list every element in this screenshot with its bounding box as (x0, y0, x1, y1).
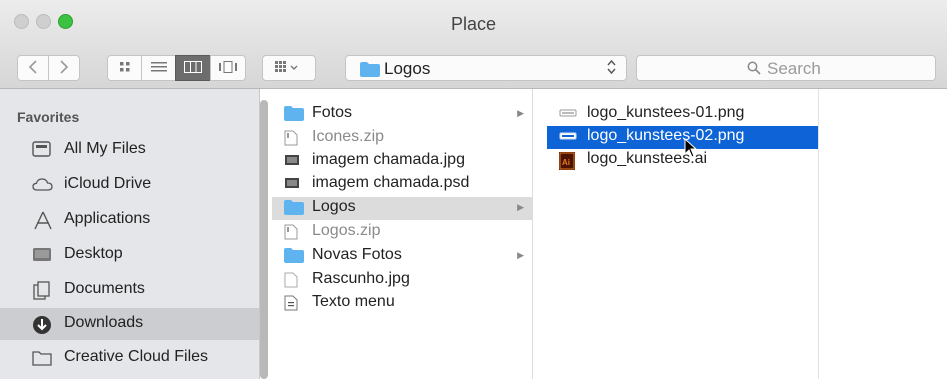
window-title: Place (450, 14, 497, 34)
arrange-grid-icon (275, 60, 303, 76)
column-view-icon (184, 60, 202, 76)
all-files-icon (32, 141, 52, 159)
finder-window: Place Logos Search Favorites All My File… (0, 0, 947, 379)
mouse-pointer-icon (684, 137, 698, 163)
file-label: imagem chamada.psd (312, 174, 470, 191)
file-label: logo_kunstees-02.png (587, 127, 745, 144)
zip-file-icon (284, 130, 302, 146)
sidebar-item-label: All My Files (64, 140, 146, 157)
path-popup-label: Logos (384, 59, 431, 78)
list-item-imagem-chamada-psd[interactable]: imagem chamada.psd (272, 173, 532, 196)
image-file-icon (284, 176, 302, 192)
list-item-logo-kunstees-01-png[interactable]: logo_kunstees-01.png (547, 103, 818, 126)
sidebar-item-documents[interactable]: Documents (0, 274, 259, 306)
search-icon (747, 61, 761, 80)
list-item-novas-fotos[interactable]: Novas Fotos ▶ (272, 245, 532, 268)
list-item-logo-kunstees-ai[interactable]: Ai logo_kunstees.ai (547, 149, 818, 172)
blank-file-icon (284, 272, 302, 288)
sidebar-scrollbar[interactable] (260, 100, 268, 379)
file-label: Fotos (312, 104, 353, 121)
list-item-logos-zip[interactable]: Logos.zip (272, 221, 532, 244)
file-label: Logos (312, 198, 356, 215)
file-label: Rascunho.jpg (312, 270, 410, 287)
file-label: Texto menu (312, 293, 395, 310)
png-file-icon (559, 129, 577, 145)
sidebar-item-label: Applications (64, 210, 151, 227)
chevron-right-icon (59, 59, 69, 77)
documents-icon (32, 281, 52, 300)
coverflow-view-button[interactable] (210, 55, 246, 81)
chevron-left-icon (28, 59, 38, 77)
sidebar-item-downloads[interactable]: Downloads (0, 308, 259, 340)
file-label: imagem chamada.jpg (312, 151, 465, 168)
arrange-button[interactable] (262, 55, 316, 81)
search-field[interactable]: Search (636, 55, 936, 81)
sidebar-item-label: Downloads (64, 314, 144, 331)
up-down-arrows-icon (607, 59, 616, 75)
sidebar-item-label: Creative Cloud Files (64, 348, 209, 365)
file-label: Icones.zip (312, 128, 385, 145)
sidebar-item-label: Desktop (64, 245, 123, 262)
icon-view-button[interactable] (107, 55, 142, 81)
sidebar-item-icloud-drive[interactable]: iCloud Drive (0, 169, 259, 201)
desktop-icon (32, 246, 52, 264)
list-item-logo-kunstees-02-png[interactable]: logo_kunstees-02.png (547, 126, 818, 149)
file-label: Logos.zip (312, 222, 381, 239)
png-file-icon (559, 106, 577, 122)
image-file-icon (284, 153, 302, 169)
back-button[interactable] (17, 55, 49, 81)
column-view-button[interactable] (175, 55, 211, 81)
document-file-icon (284, 295, 302, 311)
folder-icon (284, 200, 304, 216)
sidebar-item-label: Documents (64, 280, 145, 297)
list-view-icon (150, 60, 167, 76)
svg-text:Ai: Ai (562, 158, 570, 167)
downloads-icon (32, 315, 52, 334)
list-item-fotos[interactable]: Fotos ▶ (272, 103, 532, 126)
sidebar: Favorites All My Files iCloud Drive Appl… (0, 89, 260, 379)
sidebar-item-creative-cloud-files[interactable]: Creative Cloud Files (0, 342, 259, 374)
list-item-icones-zip[interactable]: Icones.zip (272, 127, 532, 150)
list-item-texto-menu[interactable]: Texto menu (272, 292, 532, 315)
cloud-icon (32, 176, 53, 194)
sidebar-heading: Favorites (17, 109, 80, 125)
path-popup[interactable]: Logos (345, 55, 627, 81)
folder-icon (360, 62, 380, 82)
illustrator-file-icon: Ai (559, 152, 577, 170)
sidebar-item-label: iCloud Drive (64, 175, 152, 192)
sidebar-item-all-my-files[interactable]: All My Files (0, 134, 259, 166)
list-view-button[interactable] (141, 55, 176, 81)
forward-button[interactable] (48, 55, 80, 81)
disclosure-arrow-icon: ▶ (517, 108, 524, 118)
disclosure-arrow-icon: ▶ (517, 250, 524, 260)
file-label: Novas Fotos (312, 246, 402, 263)
browser-column-2: logo_kunstees-01.png logo_kunstees-02.pn… (547, 89, 819, 379)
search-placeholder: Search (767, 59, 821, 78)
list-item-logos[interactable]: Logos ▶ (272, 197, 532, 220)
browser-column-1: Fotos ▶ Icones.zip imagem chamada.jpg im… (272, 89, 533, 379)
zip-file-icon (284, 224, 302, 240)
list-item-rascunho-jpg[interactable]: Rascunho.jpg (272, 269, 532, 292)
folder-icon (284, 248, 304, 264)
sidebar-item-applications[interactable]: Applications (0, 204, 259, 236)
icon-view-icon (119, 60, 131, 76)
file-label: logo_kunstees-01.png (587, 104, 745, 121)
disclosure-arrow-icon: ▶ (517, 202, 524, 212)
folder-icon (284, 106, 304, 122)
applications-icon (32, 211, 52, 230)
coverflow-view-icon (219, 60, 237, 76)
sidebar-item-desktop[interactable]: Desktop (0, 239, 259, 271)
list-item-imagem-chamada-jpg[interactable]: imagem chamada.jpg (272, 150, 532, 173)
title-bar: Place Logos Search (0, 0, 947, 89)
folder-icon (32, 349, 52, 367)
